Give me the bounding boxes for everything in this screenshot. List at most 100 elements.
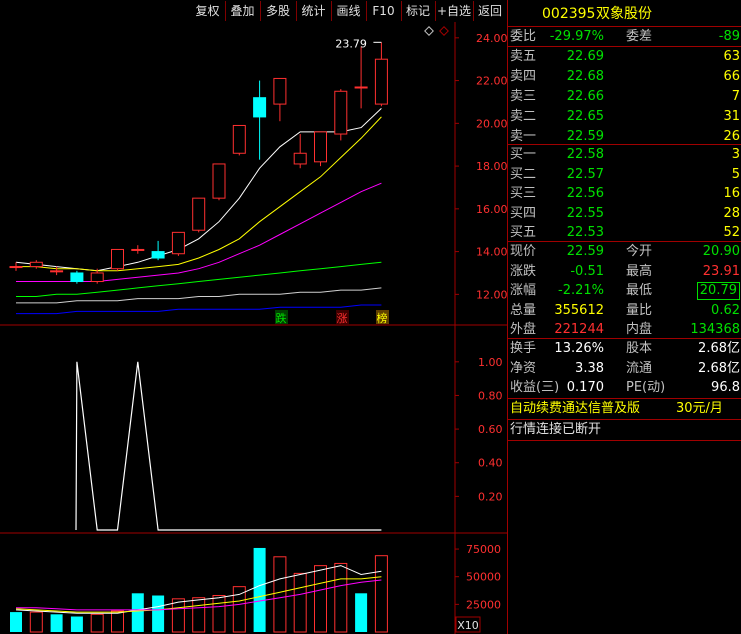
y-tick-label: 50000 (466, 571, 501, 584)
stat-value: 20.79 (696, 282, 740, 300)
stat-value: 355612 (554, 302, 604, 318)
toolbar-button-8[interactable]: 返回 (473, 1, 508, 21)
stat-row: 外盘 221244 内盘 134368 (508, 320, 741, 340)
fin-label: PE(动) (626, 380, 666, 395)
stat-row: 涨幅 -2.21% 最低 20.79 (508, 281, 741, 301)
volume-bar (273, 556, 287, 633)
volume-bar (232, 586, 246, 633)
stat-value: 23.91 (702, 263, 740, 279)
buy-price: 22.55 (566, 205, 604, 221)
weicha-value: -89 (718, 29, 740, 44)
stat-value: 0.62 (711, 302, 740, 318)
buy-label: 买三 (510, 186, 537, 201)
connection-status: 行情连接已断开 (508, 420, 741, 440)
candle-body (131, 248, 145, 251)
promo-price[interactable]: 30元/月 (676, 399, 723, 419)
y-tick-label: 20.00 (476, 117, 507, 130)
y-tick-label: 24.00 (476, 32, 507, 45)
y-tick-label: 75000 (466, 543, 501, 556)
stat-value: 221244 (554, 322, 604, 337)
stock-header: 002395 双象股份 (508, 3, 741, 25)
fin-value: 0.170 (566, 380, 604, 395)
toolbar-button-3[interactable]: 统计 (296, 1, 332, 21)
ma-line-MA60 (16, 287, 382, 304)
buy-volume: 52 (723, 225, 740, 240)
volume-bar (374, 555, 388, 633)
sell-volume: 7 (731, 89, 740, 104)
weibi-value: -29.97% (549, 29, 604, 44)
volume-bar (111, 610, 124, 633)
candle-body (374, 58, 388, 105)
fin-value: 2.68亿 (698, 360, 740, 376)
toolbar-button-1[interactable]: 叠加 (225, 1, 261, 21)
candle-body (232, 124, 246, 154)
fin-label: 净资 (510, 360, 537, 376)
candle-body (29, 261, 43, 268)
volume-bar (334, 562, 348, 633)
toolbar-button-7[interactable]: +自选 (435, 1, 474, 21)
candle-body (9, 266, 23, 269)
toolbar-button-0[interactable]: 复权 (190, 1, 226, 21)
sell-price: 22.66 (566, 89, 604, 104)
stat-value: -0.51 (570, 263, 604, 279)
sell-label: 卖四 (510, 69, 537, 84)
candle-body (253, 97, 267, 118)
stat-label: 内盘 (626, 322, 653, 337)
promo-text[interactable]: 自动续费通达信普及版 (510, 399, 640, 419)
volume-bar (70, 616, 83, 632)
y-tick-label: 0.40 (478, 457, 503, 470)
buy-volume: 5 (731, 166, 740, 182)
fin-label: 股本 (626, 341, 653, 356)
stat-row: 总量 355612 量比 0.62 (508, 301, 741, 321)
stat-value: 22.59 (566, 244, 604, 259)
candle-body (354, 86, 368, 89)
fin-value: 96.8 (711, 380, 740, 395)
stock-name: 双象股份 (596, 6, 652, 22)
fin-value: 2.68亿 (698, 341, 740, 356)
toolbar-button-4[interactable]: 画线 (331, 1, 367, 21)
volume-bar (212, 595, 226, 633)
ma-line-MA120 (16, 304, 382, 315)
y-tick-label: 12.00 (476, 288, 507, 301)
chart-toolbar: 复权 叠加 多股 统计 画线 F10 标记 +自选 返回 (0, 0, 508, 22)
candle-body (293, 152, 307, 165)
volume-bar (131, 593, 144, 632)
marker-badge: 榜 (377, 311, 388, 325)
fin-label: 换手 (510, 341, 537, 356)
candle-body (314, 131, 327, 163)
toolbar-button-6[interactable]: 标记 (401, 1, 436, 21)
fin-row: 收益(三) 0.170 PE(动) 96.8 (508, 378, 741, 398)
promo-row[interactable]: 自动续费通达信普及版 30元/月 (508, 399, 741, 419)
volume-bar (152, 595, 165, 632)
stat-label: 量比 (626, 302, 653, 318)
diamond-icon (439, 26, 449, 36)
indicator-line (75, 361, 382, 531)
sell-label: 卖三 (510, 89, 537, 104)
status-text: 行情连接已断开 (510, 422, 602, 437)
stat-label: 总量 (510, 302, 537, 318)
y-tick-label: 25000 (466, 598, 501, 611)
candle-body (70, 272, 84, 283)
quote-panel: 002395 双象股份 委比 -29.97% 委差 -89 卖五 22.69 63 卖… (507, 0, 741, 634)
stat-value: 134368 (690, 322, 740, 337)
volume-bar (355, 593, 368, 632)
buy-label: 买五 (510, 225, 537, 240)
candle-body (111, 248, 124, 270)
volume-bar (192, 597, 206, 633)
stat-label: 最低 (626, 283, 653, 298)
volume-bar (171, 598, 185, 633)
buy-label: 买二 (510, 166, 537, 182)
buy-label: 买一 (510, 147, 537, 162)
sell-volume: 66 (723, 69, 740, 84)
stat-row: 现价 22.59 今开 20.90 (508, 242, 741, 262)
toolbar-button-2[interactable]: 多股 (260, 1, 297, 21)
volume-bar (10, 612, 22, 632)
candle-body (192, 197, 206, 231)
y-tick-label: 0.20 (478, 490, 503, 503)
sell-row: 卖五 22.69 63 (508, 47, 741, 67)
buy-price: 22.57 (566, 166, 604, 182)
y-tick-label: 18.00 (476, 160, 507, 173)
buy-row: 买五 22.53 52 (508, 223, 741, 243)
toolbar-button-5[interactable]: F10 (366, 1, 402, 21)
buy-volume: 16 (723, 186, 740, 201)
